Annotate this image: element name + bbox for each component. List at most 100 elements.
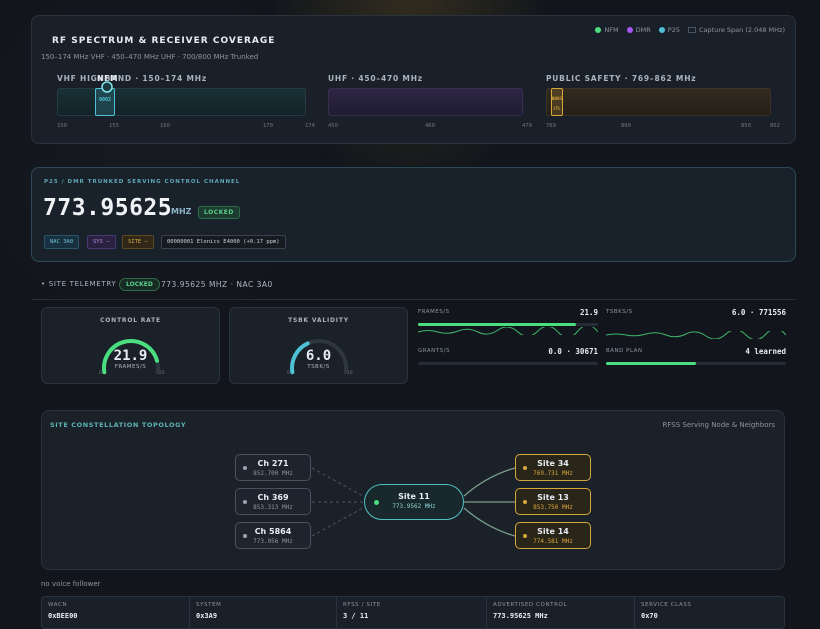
legend-label: NFM <box>604 26 619 34</box>
legend-label: P25 <box>667 26 680 34</box>
neighbor-node[interactable]: Ch 5864 773.056 MHz <box>235 522 311 549</box>
spectrum-panel: RF SPECTRUM & RECEIVER COVERAGE 150–174 … <box>31 15 796 144</box>
info-cell-system: SYSTEM 0x3A9 <box>190 597 337 629</box>
vhf-tick: 174 <box>305 123 315 129</box>
gauge-min: 0 <box>287 371 290 376</box>
sys-chip[interactable]: SYS — <box>87 235 116 249</box>
legend-p25[interactable]: P25 <box>658 26 680 34</box>
metric-bar <box>418 323 598 326</box>
uhf-band-bar[interactable] <box>328 88 523 116</box>
ps-tick: 862 <box>770 123 780 129</box>
node-freq: 773.056 MHz <box>253 538 293 545</box>
info-cell-service-class: SERVICE CLASS 0x70 <box>635 597 786 629</box>
spectrum-title: RF SPECTRUM & RECEIVER COVERAGE <box>52 36 276 46</box>
info-label: ADVERTISED CONTROL <box>493 602 568 608</box>
info-label: SERVICE CLASS <box>641 602 692 608</box>
info-label: WACN <box>48 602 68 608</box>
vhf-tuner-knob-icon[interactable] <box>100 80 114 94</box>
node-name: Site 34 <box>537 459 569 468</box>
nac-chip[interactable]: NAC 3A0 <box>44 235 80 249</box>
metric-value: 21.9 <box>579 308 598 317</box>
metric-value: 6.0 · 771556 <box>731 308 786 317</box>
telemetry-status-badge: LOCKED <box>119 278 160 291</box>
ps-tick: 850 <box>741 123 751 129</box>
vhf-tick: 155 <box>109 123 119 129</box>
serving-dot-icon <box>374 500 379 505</box>
metric-fill <box>418 323 577 326</box>
ps-marker-label: 0001 <box>551 97 563 102</box>
info-value: 773.95625 MHz <box>493 612 548 620</box>
telemetry-header: • SITE TELEMETRY LOCKED 773.95625 MHZ · … <box>31 270 796 298</box>
legend-dmr[interactable]: DMR <box>626 26 651 34</box>
info-value: 0x3A9 <box>196 612 218 620</box>
vhf-marker-label: 0002 <box>98 97 112 103</box>
capture-span-icon <box>688 27 696 33</box>
site-chip[interactable]: SITE — <box>122 235 154 249</box>
legend-capture-span[interactable]: Capture Span (2.048 MHz) <box>688 26 785 34</box>
telemetry-label: • SITE TELEMETRY <box>41 280 117 288</box>
neighbor-dot-icon <box>243 534 247 538</box>
metric-value: 4 learned <box>745 347 786 356</box>
ps-band-bar[interactable] <box>546 88 771 116</box>
divider <box>31 299 796 300</box>
neighbor-node[interactable]: Ch 271 852.700 MHz <box>235 454 311 481</box>
ps-tick: 769 <box>546 123 556 129</box>
adjacent-site-node[interactable]: Site 13 853.750 MHz <box>515 488 591 515</box>
node-freq: 773.9562 MHz <box>392 503 436 510</box>
vhf-tick: 150 <box>57 123 67 129</box>
control-frequency: 773.95625 <box>43 195 173 221</box>
voice-follower-note: no voice follower <box>41 580 101 588</box>
neighbor-dot-icon <box>243 500 247 504</box>
node-name: Site 14 <box>537 527 569 536</box>
topology-panel: SITE CONSTELLATION TOPOLOGY RFSS Serving… <box>41 410 785 570</box>
gauge-min: 0 <box>99 371 102 376</box>
control-channel-panel: P25 / DMR TRUNKED SERVING CONTROL CHANNE… <box>31 167 796 262</box>
gauge-value: 21.9 <box>113 348 148 364</box>
bandplan-metric: BAND PLAN 4 learned <box>606 347 786 368</box>
neighbor-node[interactable]: Ch 369 853.313 MHz <box>235 488 311 515</box>
ps-band-label: PUBLIC SAFETY · 769–862 MHz <box>546 74 697 83</box>
vhf-band-label: VHF HIGHBAND · 150–174 MHz <box>57 74 207 83</box>
info-value: 0x70 <box>641 612 658 620</box>
info-cell-rfss-site: RFSS / SITE 3 / 11 <box>337 597 487 629</box>
metric-fill <box>606 362 696 365</box>
ps-capture-span[interactable] <box>551 88 563 116</box>
tsbk-validity-gauge: TSBK VALIDITY 6.0 TSBK/S 0 16 <box>229 307 408 384</box>
vhf-tick: 160 <box>160 123 170 129</box>
gauge-max: 25 <box>159 371 165 376</box>
vhf-tick: 170 <box>263 123 273 129</box>
legend-label: DMR <box>635 26 651 34</box>
gauge-unit: TSBK/S <box>307 364 330 370</box>
metric-bar <box>418 362 598 365</box>
control-rate-gauge: CONTROL RATE 21.9 FRAMES/S 0 25 <box>41 307 220 384</box>
control-unit: MHZ <box>171 207 192 216</box>
node-freq: 853.313 MHz <box>253 504 293 511</box>
tsbks-sparkline <box>606 331 786 339</box>
grants-metric: GRANTS/S 0.0 · 30671 <box>418 347 598 368</box>
ps-tick: 800 <box>621 123 631 129</box>
spectrum-subtitle: 150–174 MHz VHF · 450–470 MHz UHF · 700/… <box>41 53 259 61</box>
metric-label: BAND PLAN <box>606 348 643 354</box>
tsbks-metric: TSBKS/S 6.0 · 771556 <box>606 308 786 339</box>
metric-value: 0.0 · 30671 <box>548 347 598 356</box>
info-cell-wacn: WACN 0xBEE00 <box>42 597 190 629</box>
device-chip[interactable]: 00000001 Elonics E4000 (+0.17 ppm) <box>161 235 286 249</box>
p25-dot-icon <box>658 27 665 33</box>
control-kicker: P25 / DMR TRUNKED SERVING CONTROL CHANNE… <box>44 179 241 185</box>
neighbor-dot-icon <box>243 466 247 470</box>
gauge-title: TSBK VALIDITY <box>288 317 349 324</box>
legend-nfm[interactable]: NFM <box>595 26 619 34</box>
uhf-tick: 450 <box>328 123 338 129</box>
control-status-badge: LOCKED <box>198 206 240 219</box>
gauge-unit: FRAMES/S <box>114 364 147 370</box>
adjacent-site-node[interactable]: Site 14 774.581 MHz <box>515 522 591 549</box>
nfm-dot-icon <box>595 27 602 33</box>
serving-site-node[interactable]: Site 11 773.9562 MHz <box>364 484 464 520</box>
gauge-title: CONTROL RATE <box>100 317 161 324</box>
adjacent-site-node[interactable]: Site 34 769.731 MHz <box>515 454 591 481</box>
node-name: Ch 369 <box>257 493 289 502</box>
node-freq: 774.581 MHz <box>533 538 573 545</box>
info-value: 3 / 11 <box>343 612 369 620</box>
uhf-tick: 460 <box>425 123 435 129</box>
node-name: Site 13 <box>537 493 569 502</box>
